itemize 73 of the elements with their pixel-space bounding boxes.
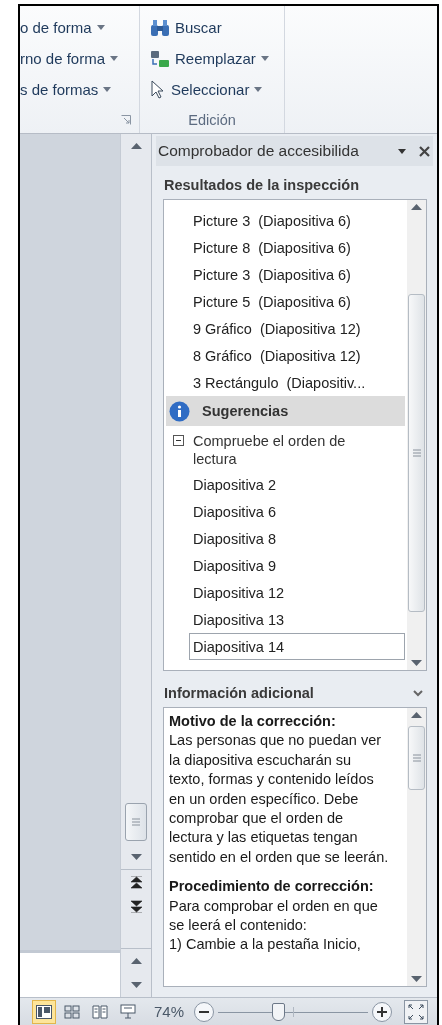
fit-to-window-button[interactable]	[404, 999, 429, 1024]
result-item[interactable]: 9 Gráfico (Diapositiva 12)	[166, 315, 405, 342]
ribbon-command[interactable]: Seleccionar	[140, 76, 284, 103]
info-icon	[169, 400, 190, 422]
zoom-in-button[interactable]	[372, 1001, 393, 1022]
fit-icon	[408, 1003, 425, 1020]
info-heading: Procedimiento de corrección:	[169, 877, 375, 897]
info-heading: Motivo de la corrección:	[169, 712, 337, 731]
double-up-arrow-icon	[130, 875, 142, 889]
up-arrow-icon	[130, 143, 142, 149]
book-icon	[92, 1004, 108, 1019]
down-arrow-icon	[411, 976, 422, 982]
grip-icon	[412, 754, 421, 762]
result-item[interactable]: Diapositiva 14	[189, 633, 405, 660]
result-item[interactable]: Picture 3 (Diapositiva 6)	[166, 261, 405, 288]
up-arrow-icon	[130, 958, 142, 964]
ribbon-command[interactable]: rno de forma	[20, 45, 139, 72]
caret-icon	[398, 148, 406, 154]
scrollbar[interactable]	[407, 708, 426, 986]
ribbon-command[interactable]: Buscar	[140, 14, 284, 41]
slider-thumb[interactable]	[272, 1002, 286, 1021]
ribbon-command[interactable]: Reemplazar	[140, 45, 284, 72]
up-arrow-icon	[411, 204, 422, 210]
grip-icon	[132, 818, 140, 826]
up-arrow-icon	[411, 712, 422, 718]
down-arrow-icon	[130, 982, 142, 988]
projector-screen-icon	[120, 1004, 136, 1019]
zoom-slider[interactable]	[218, 1001, 369, 1022]
info-paragraph: Las personas que no puedan ver la diapositiva escucharán su texto, formas y contenido leídos en un orden específico. Debe comprobar que el orden de lectura y las etiquetas tengan sentido en el orden que se leerán.	[169, 731, 389, 867]
close-icon	[418, 145, 430, 157]
view-button[interactable]	[32, 999, 56, 1024]
scroll-thumb[interactable]	[408, 294, 425, 612]
result-item[interactable]: Diapositiva 12	[166, 579, 405, 606]
section-label: Sugerencias	[202, 403, 289, 419]
info-paragraph: Para comprobar el orden en que se leerá el contenido:	[169, 896, 379, 936]
result-item[interactable]: 3 Rectángulo (Diapositiv...	[166, 369, 405, 396]
minus-icon	[199, 1010, 210, 1013]
info-paragraph: 1) Cambie a la pestaña Inicio,	[169, 935, 362, 955]
result-item[interactable]: 8 Gráfico (Diapositiva 12)	[166, 342, 405, 369]
down-arrow-icon	[411, 660, 422, 666]
group-label: Edición	[188, 112, 236, 128]
cursor-icon	[150, 79, 166, 100]
ribbon-command[interactable]: o de forma	[20, 14, 139, 41]
result-item[interactable]: Picture 8 (Diapositiva 6)	[166, 234, 405, 261]
binoculars-icon	[150, 18, 170, 37]
dialog-launcher-icon[interactable]	[121, 115, 131, 125]
scroll-thumb[interactable]	[408, 726, 425, 790]
ribbon-command[interactable]: s de formas	[20, 76, 139, 103]
grid-icon	[64, 1004, 80, 1019]
scrollbar[interactable]	[120, 134, 152, 997]
result-item[interactable]: Diapositiva 8	[166, 525, 405, 552]
chevron-down-icon[interactable]	[413, 689, 423, 697]
result-item[interactable]: Picture 5 (Diapositiva 6)	[166, 288, 405, 315]
section-heading: Información adicional	[164, 685, 314, 701]
result-item[interactable]: Diapositiva 9	[166, 552, 405, 579]
result-item[interactable]: Diapositiva 13	[166, 606, 405, 633]
scrollbar[interactable]	[407, 200, 426, 670]
normal-view-icon	[36, 1004, 52, 1019]
result-item[interactable]: Picture 3 (Diapositiva 6)	[166, 207, 405, 234]
result-item[interactable]: Diapositiva 2	[166, 471, 405, 498]
scroll-thumb[interactable]	[125, 803, 147, 841]
pane-title: Comprobador de accesibilida	[158, 142, 360, 160]
replace-icon	[150, 49, 170, 68]
tree-node-label[interactable]: Compruebe el orden de lectura	[193, 432, 373, 468]
collapse-icon[interactable]	[173, 435, 184, 446]
grip-icon	[412, 449, 421, 457]
section-heading: Resultados de la inspección	[163, 176, 360, 195]
down-arrow-icon	[130, 854, 142, 860]
double-down-arrow-icon	[130, 899, 142, 913]
zoom-level[interactable]: 74%	[154, 1003, 185, 1020]
result-item[interactable]: Diapositiva 6	[166, 498, 405, 525]
zoom-out-button[interactable]	[194, 1001, 215, 1022]
plus-icon	[377, 1006, 388, 1017]
